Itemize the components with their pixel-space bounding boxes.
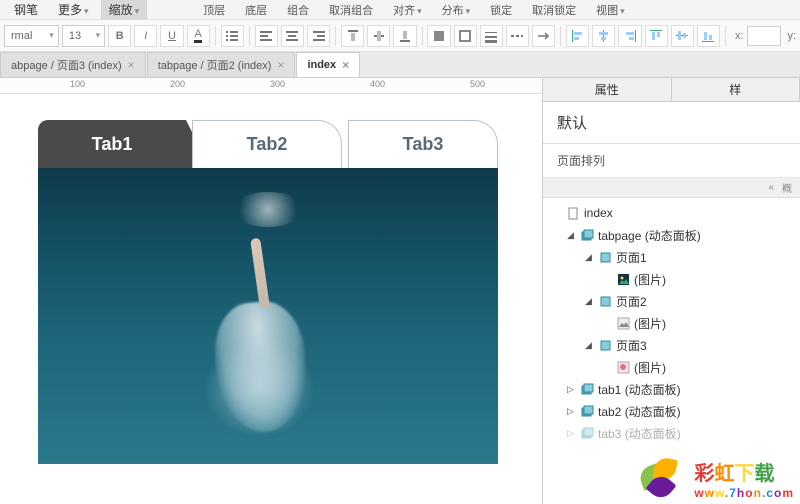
x-label: x: bbox=[735, 30, 744, 42]
tab-component[interactable]: Tab1 Tab2 Tab3 bbox=[38, 120, 498, 464]
valign-top-button[interactable] bbox=[341, 25, 364, 47]
tab-3[interactable]: Tab3 bbox=[348, 120, 498, 168]
line-color-button[interactable] bbox=[454, 25, 477, 47]
outline-page3-img[interactable]: (图片) bbox=[543, 356, 800, 378]
menu-ungroup[interactable]: 取消组合 bbox=[321, 0, 381, 20]
outline-expand-icon[interactable]: « bbox=[768, 182, 774, 193]
outline-page1-img[interactable]: (图片) bbox=[543, 268, 800, 290]
outline-header: « 概 bbox=[543, 178, 800, 198]
dynamic-panel-icon bbox=[580, 426, 594, 440]
watermark-text: 彩虹下载 bbox=[694, 457, 794, 486]
file-tab-2[interactable]: index× bbox=[296, 52, 360, 77]
valign-middle-button[interactable] bbox=[367, 25, 390, 47]
collapse-icon[interactable]: ◢ bbox=[583, 252, 594, 263]
dynamic-panel-icon bbox=[580, 404, 594, 418]
font-color-button[interactable]: A bbox=[187, 25, 210, 47]
state-icon bbox=[598, 250, 612, 264]
bullet-list-button[interactable] bbox=[221, 25, 244, 47]
underline-button[interactable]: U bbox=[160, 25, 183, 47]
collapse-icon[interactable]: ◢ bbox=[565, 230, 576, 241]
align-center-button[interactable] bbox=[281, 25, 304, 47]
menu-lock[interactable]: 锁定 bbox=[482, 0, 520, 20]
menu-bar: 钢笔 更多▾ 缩放▾ 顶层 底层 组合 取消组合 对齐▾ 分布▾ 锁定 取消锁定… bbox=[0, 0, 800, 20]
workspace: 100 200 300 400 500 Tab1 Tab2 Tab3 bbox=[0, 78, 542, 504]
menu-top[interactable]: 顶层 bbox=[195, 0, 233, 20]
obj-align-bottom-button[interactable] bbox=[697, 25, 720, 47]
valign-bottom-button[interactable] bbox=[393, 25, 416, 47]
expand-icon[interactable]: ▷ bbox=[565, 406, 576, 417]
outline-tab2[interactable]: ▷ tab2 (动态面板) bbox=[543, 400, 800, 422]
arrow-style-button[interactable] bbox=[532, 25, 555, 47]
dynamic-panel-icon bbox=[580, 382, 594, 396]
image-icon bbox=[616, 316, 630, 330]
outline-page1[interactable]: ◢ 页面1 bbox=[543, 246, 800, 268]
menu-zoom[interactable]: 缩放▾ bbox=[101, 0, 148, 20]
obj-align-right-button[interactable] bbox=[618, 25, 641, 47]
canvas[interactable]: Tab1 Tab2 Tab3 bbox=[0, 94, 542, 504]
panel-page-arrange[interactable]: 页面排列 bbox=[543, 144, 800, 178]
image-icon bbox=[616, 360, 630, 374]
menu-distribute[interactable]: 分布▾ bbox=[434, 0, 479, 20]
font-size-select[interactable]: 13 bbox=[62, 25, 105, 47]
watermark-url: www.7hon.com bbox=[694, 486, 794, 500]
panel-section-default: 默认 bbox=[543, 102, 800, 144]
obj-align-left-button[interactable] bbox=[566, 25, 589, 47]
obj-align-vmiddle-button[interactable] bbox=[671, 25, 694, 47]
outline-page2[interactable]: ◢ 页面2 bbox=[543, 290, 800, 312]
font-style-select[interactable]: rmal bbox=[4, 25, 59, 47]
menu-bottom[interactable]: 底层 bbox=[237, 0, 275, 20]
panel-tab-style[interactable]: 样 bbox=[672, 78, 800, 101]
panel-tab-properties[interactable]: 属性 bbox=[543, 78, 672, 101]
outline-tabpage[interactable]: ◢ tabpage (动态面板) bbox=[543, 224, 800, 246]
menu-align[interactable]: 对齐▾ bbox=[385, 0, 430, 20]
collapse-icon[interactable]: ◢ bbox=[583, 340, 594, 351]
tab-1[interactable]: Tab1 bbox=[38, 120, 186, 168]
image-icon bbox=[616, 272, 630, 286]
right-panel: 属性 样 默认 页面排列 « 概 index ◢ tabpage (动态面板) … bbox=[542, 78, 800, 504]
close-icon[interactable]: × bbox=[128, 58, 135, 72]
outline-page3[interactable]: ◢ 页面3 bbox=[543, 334, 800, 356]
close-icon[interactable]: × bbox=[277, 58, 284, 72]
align-left-button[interactable] bbox=[255, 25, 278, 47]
outline-page2-img[interactable]: (图片) bbox=[543, 312, 800, 334]
menu-group[interactable]: 组合 bbox=[279, 0, 317, 20]
x-input[interactable] bbox=[747, 26, 781, 46]
line-style-button[interactable] bbox=[506, 25, 529, 47]
obj-align-top-button[interactable] bbox=[645, 25, 668, 47]
bold-button[interactable]: B bbox=[108, 25, 131, 47]
dynamic-panel-icon bbox=[580, 228, 594, 242]
outline-root[interactable]: index bbox=[543, 202, 800, 224]
state-icon bbox=[598, 294, 612, 308]
page-icon bbox=[566, 206, 580, 220]
obj-align-center-button[interactable] bbox=[592, 25, 615, 47]
tab-content-image[interactable] bbox=[38, 168, 498, 464]
menu-view[interactable]: 视图▾ bbox=[588, 0, 633, 20]
file-tab-0[interactable]: abpage / 页面3 (index)× bbox=[0, 52, 146, 77]
close-icon[interactable]: × bbox=[342, 58, 349, 72]
outline-tab3[interactable]: ▷ tab3 (动态面板) bbox=[543, 422, 800, 444]
state-icon bbox=[598, 338, 612, 352]
italic-button[interactable]: I bbox=[134, 25, 157, 47]
watermark: 彩虹下载 www.7hon.com bbox=[640, 457, 794, 500]
file-tabs: abpage / 页面3 (index)× tabpage / 页面2 (ind… bbox=[0, 52, 800, 78]
file-tab-1[interactable]: tabpage / 页面2 (index)× bbox=[147, 52, 296, 77]
y-label: y: bbox=[788, 30, 797, 42]
expand-icon[interactable]: ▷ bbox=[565, 428, 576, 439]
outline-tab1[interactable]: ▷ tab1 (动态面板) bbox=[543, 378, 800, 400]
line-width-button[interactable] bbox=[480, 25, 503, 47]
tab-2[interactable]: Tab2 bbox=[192, 120, 342, 168]
collapse-icon[interactable]: ◢ bbox=[583, 296, 594, 307]
menu-unlock[interactable]: 取消锁定 bbox=[524, 0, 584, 20]
menu-pen[interactable]: 钢笔 bbox=[6, 0, 46, 20]
fill-color-button[interactable] bbox=[427, 25, 450, 47]
menu-more[interactable]: 更多▾ bbox=[50, 0, 97, 20]
align-right-button[interactable] bbox=[307, 25, 330, 47]
watermark-logo-icon bbox=[640, 458, 688, 500]
expand-icon[interactable]: ▷ bbox=[565, 384, 576, 395]
ruler-horizontal: 100 200 300 400 500 bbox=[0, 78, 542, 94]
format-toolbar: rmal 13 B I U A x: y: bbox=[0, 20, 800, 52]
